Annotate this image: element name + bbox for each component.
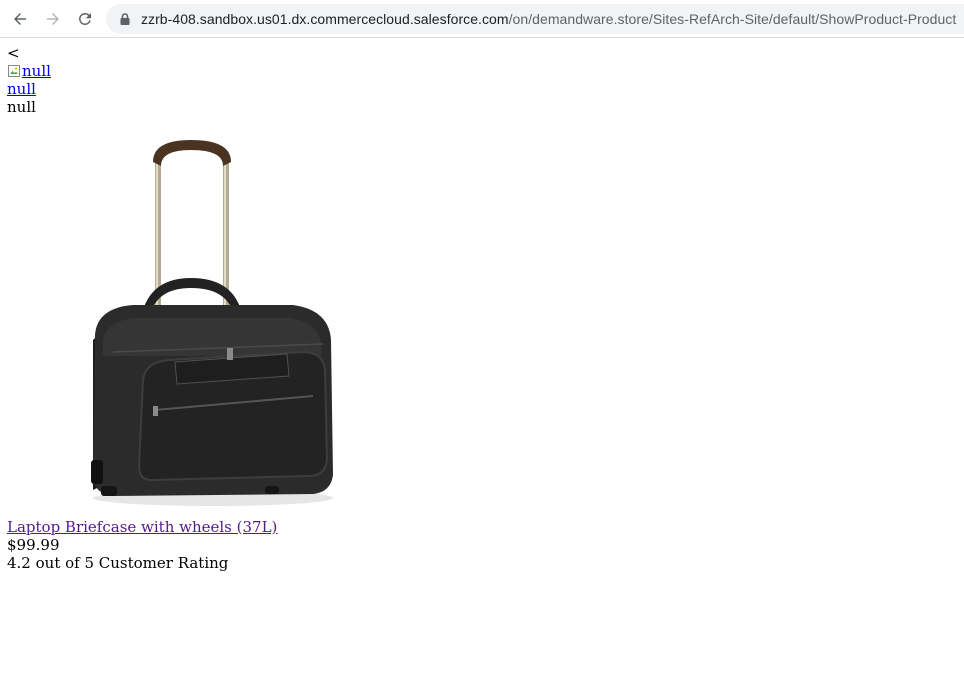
reload-button[interactable]	[73, 7, 97, 31]
null-link[interactable]: null	[7, 80, 36, 98]
broken-image-icon	[7, 64, 21, 78]
lock-icon	[120, 13, 130, 25]
forward-button[interactable]	[41, 7, 65, 31]
address-bar[interactable]: zzrb-408.sandbox.us01.dx.commercecloud.s…	[106, 4, 964, 34]
null-text: null	[7, 98, 36, 116]
url-host: zzrb-408.sandbox.us01.dx.commercecloud.s…	[141, 11, 509, 27]
broken-image-link[interactable]: null	[7, 62, 51, 80]
rolling-briefcase-image[interactable]	[73, 130, 343, 514]
url-text: zzrb-408.sandbox.us01.dx.commercecloud.s…	[141, 11, 956, 27]
product-rating: 4.2 out of 5 Customer Rating	[7, 554, 229, 572]
broken-image-alt: null	[22, 62, 51, 80]
product-name-link[interactable]: Laptop Briefcase with wheels (37L)	[7, 518, 277, 536]
reload-icon	[79, 13, 91, 25]
product-price: $99.99	[7, 536, 60, 554]
url-path: /on/demandware.store/Sites-RefArch-Site/…	[508, 11, 957, 27]
arrow-left-icon	[14, 13, 26, 25]
page-content: < null null null	[7, 44, 51, 116]
product-name-line: Laptop Briefcase with wheels (37L)	[7, 518, 277, 536]
arrow-right-icon	[47, 13, 59, 25]
back-link[interactable]: <	[7, 44, 51, 62]
back-button[interactable]	[8, 7, 32, 31]
browser-toolbar: zzrb-408.sandbox.us01.dx.commercecloud.s…	[0, 0, 964, 38]
